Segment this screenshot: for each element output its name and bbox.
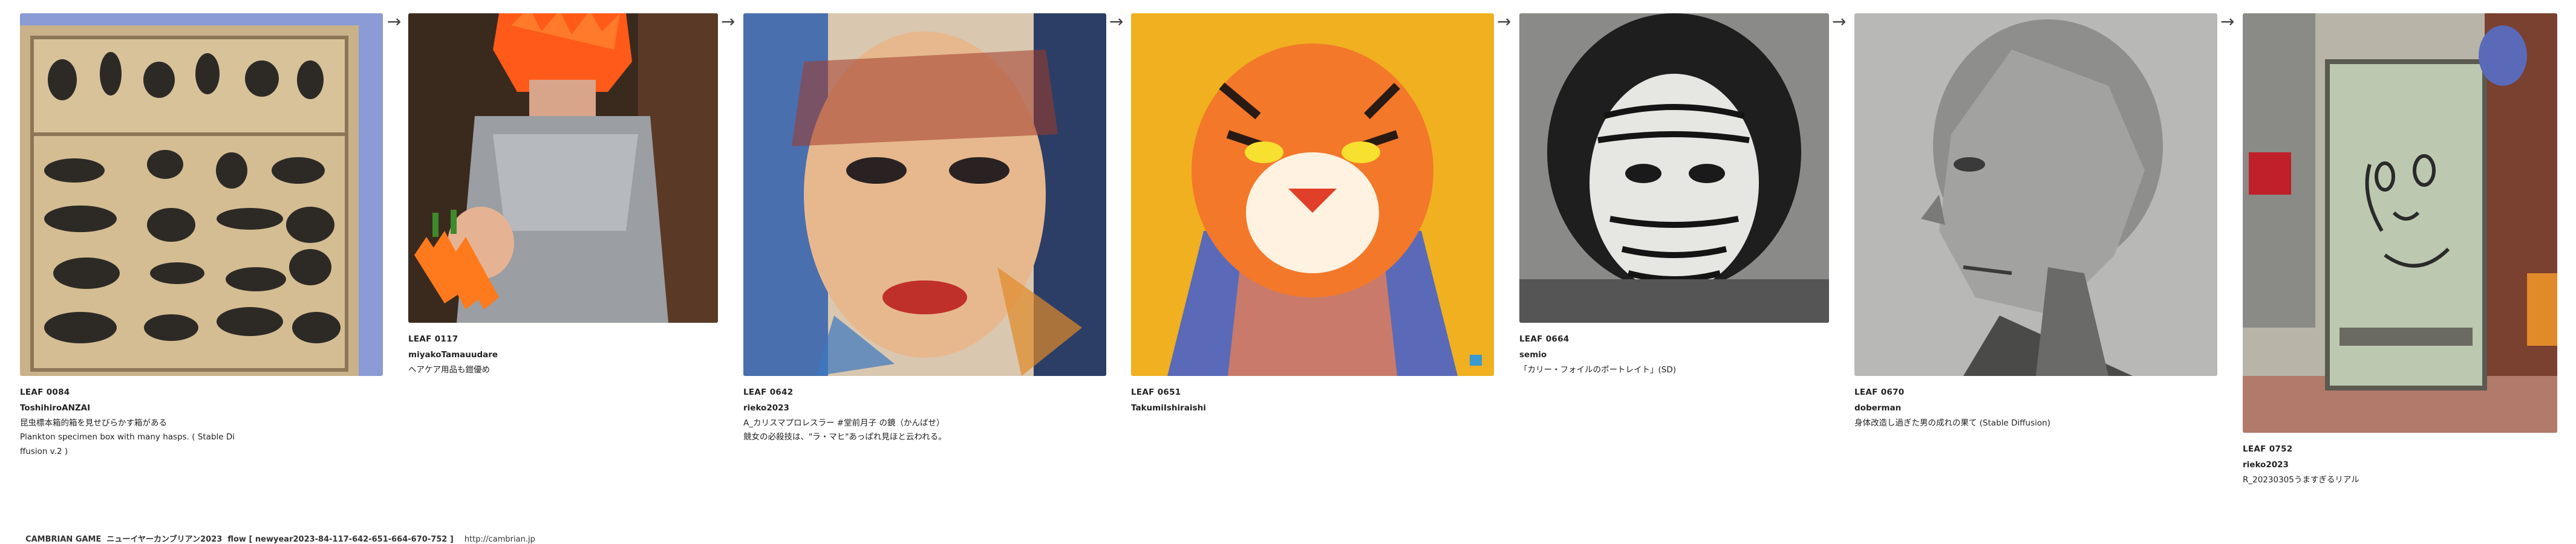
flow-footer: CAMBRIAN GAME ニューイヤーカンブリアン2023 flow [ ne… bbox=[20, 523, 535, 544]
flow-arrow-icon: → bbox=[2220, 11, 2235, 31]
leaf-card-0642[interactable]: LEAF 0642 rieko2023 A_カリスマプロレスラー #堂前月子 の… bbox=[743, 13, 1106, 445]
leaf-image-bald-man[interactable] bbox=[1854, 13, 2217, 376]
leaf-image-painted-face[interactable] bbox=[743, 13, 1106, 376]
leaf-card-0670[interactable]: LEAF 0670 doberman 身体改造し過ぎた男の成れの果て (Stab… bbox=[1854, 13, 2217, 430]
leaf-author[interactable]: miyakoTamauudare bbox=[408, 347, 718, 363]
leaf-author[interactable]: rieko2023 bbox=[2243, 457, 2557, 473]
leaf-card-0752[interactable]: LEAF 0752 rieko2023 R_20230305うますぎるリアル bbox=[2243, 13, 2557, 487]
leaf-id: LEAF 0084 bbox=[20, 387, 70, 397]
leaf-caption: ヘアケア用品も鎧優め bbox=[408, 364, 490, 375]
leaf-caption: 昆虫標本箱的箱を見せびらかす箱がある Plankton specimen box… bbox=[20, 418, 235, 456]
leaf-caption: 「カリー・フォイルのポートレイト」(SD) bbox=[1519, 364, 1676, 375]
flow-arrow-icon: → bbox=[1109, 11, 1124, 31]
flow-title: CAMBRIAN GAME ニューイヤーカンブリアン2023 flow [ ne… bbox=[25, 535, 454, 544]
leaf-image-box-of-specimens[interactable] bbox=[20, 13, 383, 376]
flow-arrow-icon: → bbox=[721, 11, 735, 31]
leaf-image-street-sign-face[interactable] bbox=[2243, 13, 2557, 433]
leaf-id: LEAF 0117 bbox=[408, 334, 458, 344]
leaf-card-0664[interactable]: LEAF 0664 semio 「カリー・フォイルのポートレイト」(SD) bbox=[1519, 13, 1829, 377]
leaf-id: LEAF 0651 bbox=[1131, 387, 1181, 397]
leaf-image-zebra-face[interactable] bbox=[1519, 13, 1829, 323]
leaf-author[interactable]: TakumiIshiraishi bbox=[1131, 400, 1494, 416]
leaf-author[interactable]: semio bbox=[1519, 347, 1829, 363]
leaf-id: LEAF 0752 bbox=[2243, 444, 2293, 454]
leaf-caption: 身体改造し過ぎた男の成れの果て (Stable Diffusion) bbox=[1854, 418, 2050, 428]
flow-arrow-icon: → bbox=[1832, 11, 1847, 31]
leaf-author[interactable]: rieko2023 bbox=[743, 400, 1106, 416]
leaf-card-0117[interactable]: LEAF 0117 miyakoTamauudare ヘアケア用品も鎧優め bbox=[408, 13, 718, 377]
leaf-id: LEAF 0642 bbox=[743, 387, 794, 397]
leaf-image-tiger-portrait[interactable] bbox=[1131, 13, 1494, 376]
flow-arrow-icon: → bbox=[1497, 11, 1511, 31]
leaf-id: LEAF 0664 bbox=[1519, 334, 1570, 344]
leaf-caption: A_カリスマプロレスラー #堂前月子 の鏡（かんばせ） 競女の必殺技は、"ラ・マ… bbox=[743, 418, 947, 442]
leaf-author[interactable]: doberman bbox=[1854, 400, 2217, 416]
leaf-image-orange-hair-armor[interactable] bbox=[408, 13, 718, 323]
site-link[interactable]: http://cambrian.jp bbox=[465, 535, 535, 544]
leaf-card-0651[interactable]: LEAF 0651 TakumiIshiraishi bbox=[1131, 13, 1494, 416]
leaf-id: LEAF 0670 bbox=[1854, 387, 1905, 397]
leaf-author[interactable]: ToshihiroANZAI bbox=[20, 400, 383, 416]
leaf-card-0084[interactable]: LEAF 0084 ToshihiroANZAI 昆虫標本箱的箱を見せびらかす箱… bbox=[20, 13, 383, 459]
flow-arrow-icon: → bbox=[387, 11, 402, 31]
leaf-caption: R_20230305うますぎるリアル bbox=[2243, 474, 2359, 485]
